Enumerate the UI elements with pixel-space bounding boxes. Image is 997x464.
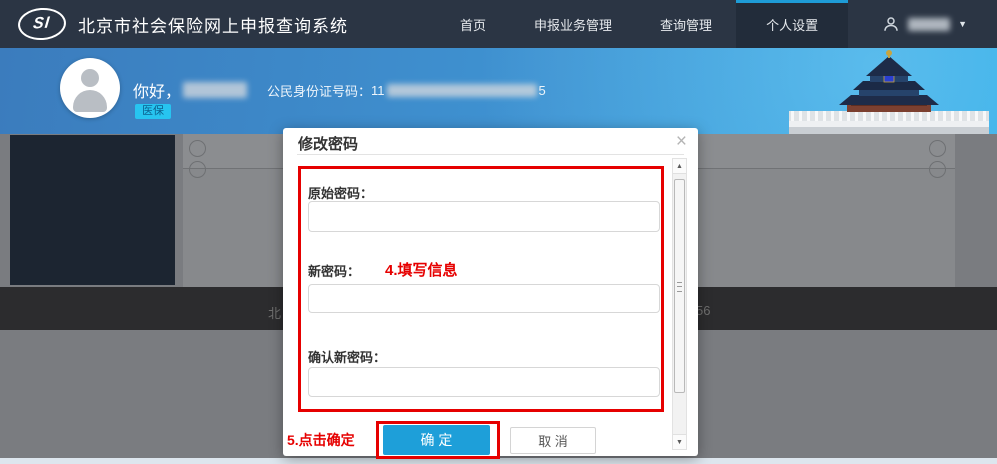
- redacted-name: [183, 82, 248, 98]
- medical-insurance-badge: 医保: [135, 104, 171, 119]
- radio-circle: [929, 161, 946, 178]
- annotation-step4: 4.填写信息: [385, 262, 458, 279]
- dimmed-dark-panel: [10, 135, 175, 285]
- page-bottom-strip: [0, 458, 997, 464]
- original-password-input[interactable]: [308, 201, 660, 232]
- new-password-input[interactable]: [308, 284, 660, 313]
- modal-divider: [297, 154, 684, 155]
- close-icon[interactable]: ×: [676, 132, 687, 151]
- si-logo-icon: SI: [16, 6, 68, 42]
- confirm-password-label: 确认新密码：: [308, 350, 387, 365]
- id-suffix: 5: [538, 82, 546, 98]
- scrollbar-thumb[interactable]: [674, 179, 685, 393]
- nav-item-personal-settings[interactable]: 个人设置: [736, 0, 849, 48]
- hero-header: 你好， 公民身份证号码： 11 5 医保: [0, 48, 997, 135]
- id-prefix: 11: [371, 82, 385, 98]
- radio-circle: [189, 161, 206, 178]
- main-nav: 首页 申报业务管理 查询管理 个人设置: [436, 0, 849, 48]
- user-menu[interactable]: ▼: [882, 15, 967, 33]
- scrollbar-up-icon[interactable]: ▲: [673, 159, 686, 174]
- radio-circle: [189, 140, 206, 157]
- greeting-row: 你好， 公民身份证号码： 11 5: [133, 78, 546, 102]
- modal-scrollbar[interactable]: ▲ ▼: [672, 158, 687, 450]
- radio-circle: [929, 140, 946, 157]
- screen: SI 北京市社会保险网上申报查询系统 首页 申报业务管理 查询管理 个人设置 ▼…: [0, 0, 997, 464]
- greeting-text: 你好，: [133, 84, 182, 101]
- logo-text: SI: [32, 14, 52, 33]
- footer-text-fragment-left: 北: [268, 306, 282, 321]
- nav-item-query-management[interactable]: 查询管理: [636, 0, 736, 48]
- nav-item-home[interactable]: 首页: [436, 0, 510, 48]
- confirm-button[interactable]: 确 定: [383, 425, 490, 455]
- change-password-modal: 修改密码 × 原始密码： 新密码： 4.填写信息 确认新密码： ▲ ▼ 5.点击…: [283, 128, 698, 459]
- top-navigation-bar: SI 北京市社会保险网上申报查询系统 首页 申报业务管理 查询管理 个人设置 ▼: [0, 0, 997, 48]
- id-label: 公民身份证号码：: [267, 83, 372, 99]
- cancel-button[interactable]: 取 消: [510, 427, 596, 454]
- modal-title: 修改密码: [298, 136, 359, 153]
- original-password-label: 原始密码：: [308, 186, 374, 201]
- annotation-step5: 5.点击确定: [287, 432, 355, 448]
- app-title: 北京市社会保险网上申报查询系统: [78, 16, 348, 36]
- chevron-down-icon: ▼: [958, 19, 967, 29]
- footer-text-fragment-right: 56: [696, 303, 711, 318]
- redacted-id-number: [386, 83, 537, 97]
- avatar-person-icon: [81, 69, 99, 87]
- new-password-label: 新密码：: [308, 264, 361, 279]
- user-icon: [884, 17, 898, 31]
- redacted-user-name: [908, 17, 951, 31]
- temple-of-heaven-illustration: [789, 50, 989, 135]
- scrollbar-down-icon[interactable]: ▼: [673, 434, 686, 449]
- confirm-password-input[interactable]: [308, 367, 660, 397]
- avatar: [60, 58, 120, 118]
- nav-item-declaration-management[interactable]: 申报业务管理: [510, 0, 636, 48]
- scrollbar-grip-icon: [677, 282, 682, 292]
